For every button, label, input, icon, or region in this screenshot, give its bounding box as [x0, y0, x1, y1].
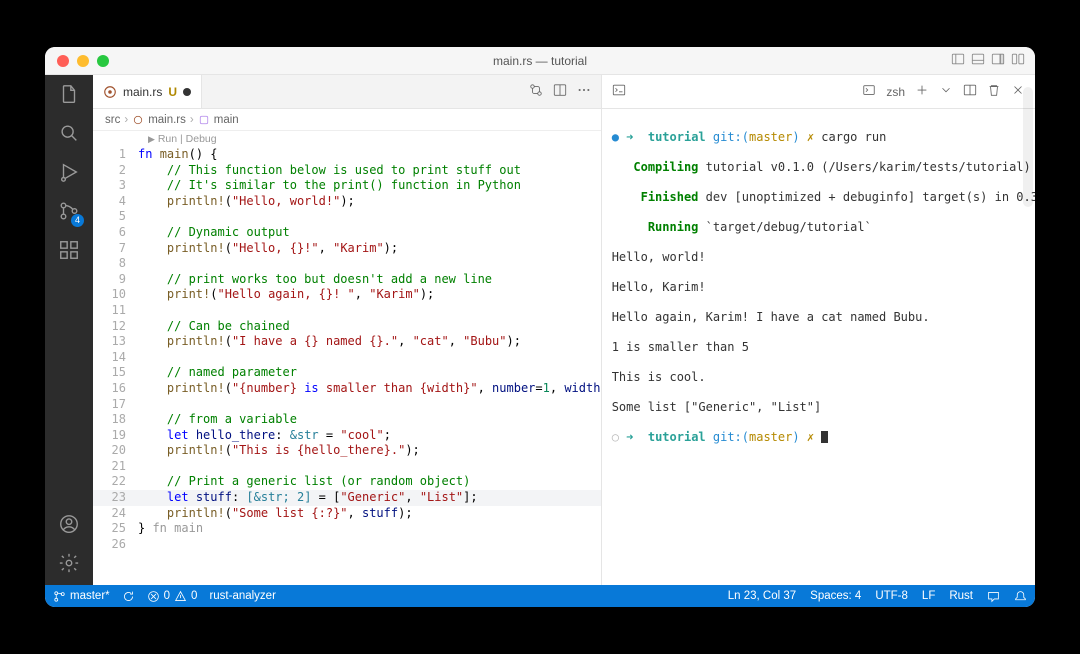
toggle-panel-left-icon[interactable]	[951, 52, 965, 69]
explorer-icon[interactable]	[58, 83, 80, 108]
settings-gear-icon[interactable]	[58, 552, 80, 577]
accounts-icon[interactable]	[58, 513, 80, 538]
status-branch[interactable]: master*	[53, 590, 110, 603]
customize-layout-icon[interactable]	[1011, 52, 1025, 69]
symbol-function-icon	[198, 114, 210, 126]
split-terminal-icon[interactable]	[963, 83, 977, 100]
run-debug-icon[interactable]	[58, 161, 80, 186]
terminal-dropdown-icon[interactable]	[939, 83, 953, 100]
terminal-pane: zsh ● ➜ tutorial git:(master) ✗ cargo ru…	[602, 75, 1035, 585]
traffic-lights	[45, 55, 109, 67]
maximize-window-button[interactable]	[97, 55, 109, 67]
status-rust-analyzer[interactable]: rust-analyzer	[209, 590, 275, 602]
chevron-right-icon: ›	[124, 114, 128, 126]
terminal-shell-label[interactable]: zsh	[886, 85, 905, 99]
split-editor-icon[interactable]	[553, 83, 567, 100]
status-notifications-icon[interactable]	[1014, 590, 1027, 603]
editor-tabs: main.rs U	[93, 75, 601, 109]
status-problems[interactable]: 0 0	[147, 590, 198, 603]
tab-main-rs[interactable]: main.rs U	[93, 75, 202, 108]
code-editor[interactable]: ▶ Run | Debug 1fn main() { 2 // This fun…	[93, 131, 601, 585]
branch-icon	[53, 590, 66, 603]
terminal-tabs: zsh	[602, 75, 1035, 109]
rust-file-icon	[132, 114, 144, 126]
status-encoding[interactable]: UTF-8	[875, 590, 908, 602]
tab-modified-marker: U	[168, 85, 177, 99]
activity-bar: 4	[45, 75, 93, 585]
codelens[interactable]: ▶ Run | Debug	[148, 133, 217, 145]
minimize-window-button[interactable]	[77, 55, 89, 67]
kill-terminal-icon[interactable]	[987, 83, 1001, 100]
layout-controls	[951, 52, 1035, 69]
status-indentation[interactable]: Spaces: 4	[810, 590, 861, 602]
status-cursor-position[interactable]: Ln 23, Col 37	[728, 590, 796, 602]
terminal-icon[interactable]	[612, 83, 626, 100]
tab-filename: main.rs	[123, 85, 162, 99]
status-bar: master* 0 0 rust-analyzer Ln 23, Col 37 …	[45, 585, 1035, 607]
titlebar: main.rs — tutorial	[45, 47, 1035, 75]
tab-dirty-dot	[183, 88, 191, 96]
compare-changes-icon[interactable]	[529, 83, 543, 100]
warning-icon	[174, 590, 187, 603]
status-language[interactable]: Rust	[949, 590, 973, 602]
error-icon	[147, 590, 160, 603]
breadcrumb-seg-symbol[interactable]: main	[214, 114, 239, 126]
breadcrumb-seg-src[interactable]: src	[105, 114, 120, 126]
status-eol[interactable]: LF	[922, 590, 935, 602]
vscode-window: main.rs — tutorial 4	[45, 47, 1035, 607]
status-feedback-icon[interactable]	[987, 590, 1000, 603]
terminal-cursor	[821, 431, 828, 443]
breadcrumb[interactable]: src › main.rs › main	[93, 109, 601, 131]
window-title: main.rs — tutorial	[45, 54, 1035, 68]
close-window-button[interactable]	[57, 55, 69, 67]
terminal[interactable]: ● ➜ tutorial git:(master) ✗ cargo run Co…	[602, 109, 1035, 585]
sync-icon	[122, 590, 135, 603]
toggle-panel-bottom-icon[interactable]	[971, 52, 985, 69]
new-terminal-icon[interactable]	[915, 83, 929, 100]
scrollbar[interactable]	[1023, 109, 1033, 207]
more-actions-icon[interactable]	[577, 83, 591, 100]
search-icon[interactable]	[58, 122, 80, 147]
source-control-icon[interactable]: 4	[58, 200, 80, 225]
scm-badge: 4	[71, 214, 84, 227]
status-sync[interactable]	[122, 590, 135, 603]
breadcrumb-seg-file[interactable]: main.rs	[148, 114, 186, 126]
editor-pane: main.rs U src › main.rs ›	[93, 75, 602, 585]
toggle-panel-right-icon[interactable]	[991, 52, 1005, 69]
terminal-shell-icon[interactable]	[862, 83, 876, 100]
extensions-icon[interactable]	[58, 239, 80, 264]
rust-file-icon	[103, 85, 117, 99]
chevron-right-icon: ›	[190, 114, 194, 126]
